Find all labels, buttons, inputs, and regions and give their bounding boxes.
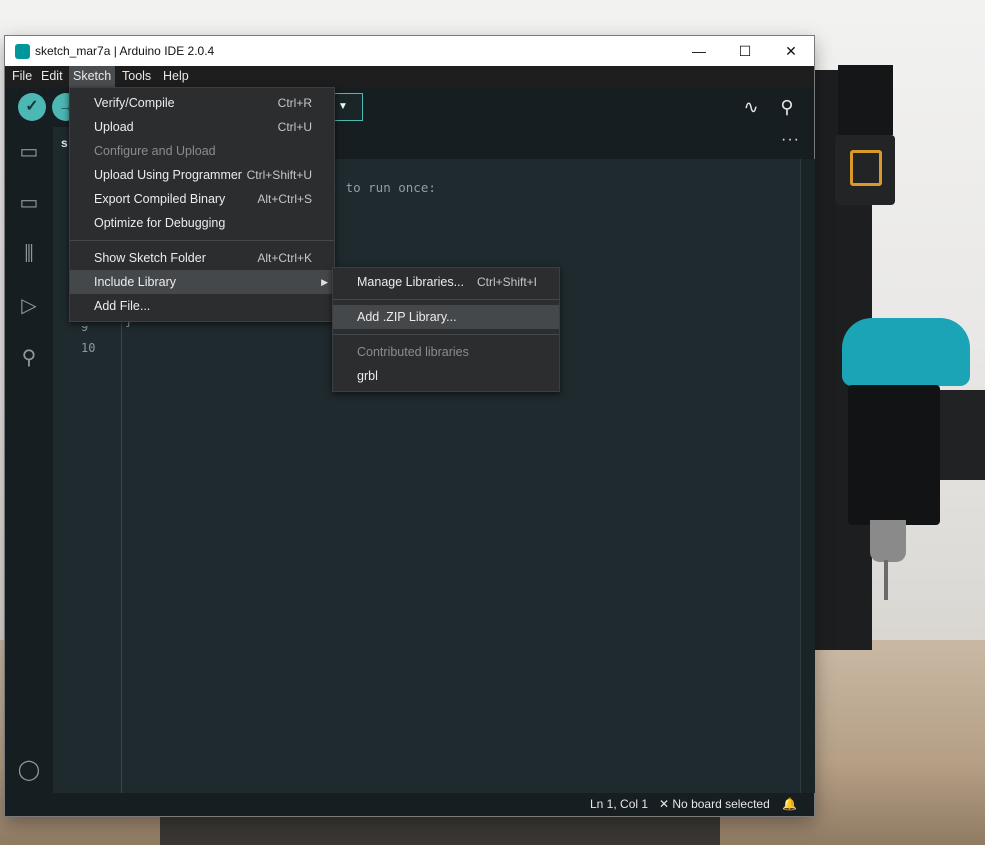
status-bar: Ln 1, Col 1 ✕ No board selected 🔔 (5, 793, 814, 816)
menu-separator (70, 240, 334, 241)
menu-item-show-sketch-folder[interactable]: Show Sketch Folder Alt+Ctrl+K (70, 246, 334, 270)
menu-item-optimize-for-debugging[interactable]: Optimize for Debugging (70, 211, 334, 235)
menu-file[interactable]: File (8, 66, 36, 87)
bell-icon: 🔔 (782, 797, 797, 811)
menu-edit[interactable]: Edit (37, 66, 67, 87)
include-library-submenu: Manage Libraries... Ctrl+Shift+I Add .ZIP… (332, 267, 560, 392)
menu-item-add-file[interactable]: Add File... (70, 294, 334, 318)
checkmark-icon: ✓ (25, 98, 39, 115)
menu-item-upload-using-programmer[interactable]: Upload Using Programmer Ctrl+Shift+U (70, 163, 334, 187)
sketchbook-button[interactable]: ▭ (16, 139, 42, 165)
board-status[interactable]: ✕ No board selected (659, 793, 770, 816)
waveform-icon: ∿ (743, 97, 759, 117)
close-button[interactable]: ✕ (768, 36, 814, 66)
minimize-icon: — (692, 43, 706, 59)
menu-item-export-compiled-binary[interactable]: Export Compiled Binary Alt+Ctrl+S (70, 187, 334, 211)
menu-separator (333, 334, 559, 335)
ellipsis-icon: ··· (781, 131, 800, 148)
sketch-menu: Verify/Compile Ctrl+R Upload Ctrl+U Config… (69, 87, 335, 322)
more-options-button[interactable]: ··· (781, 131, 800, 149)
cursor-position[interactable]: Ln 1, Col 1 (590, 793, 648, 816)
activity-sidebar: ▭ ▭ ⫼ ▷ ⚲ ◯ (5, 127, 53, 816)
menu-item-manage-libraries[interactable]: Manage Libraries... Ctrl+Shift+I (333, 270, 559, 294)
close-icon: ✕ (785, 43, 797, 59)
editor-scrollbar[interactable] (800, 159, 815, 793)
menu-help[interactable]: Help (159, 66, 193, 87)
window-title: sketch_mar7a | Arduino IDE 2.0.4 (35, 44, 215, 58)
minimize-button[interactable]: — (676, 36, 722, 66)
menu-tools[interactable]: Tools (118, 66, 155, 87)
serial-monitor-button[interactable]: ⚲ (775, 95, 799, 119)
maximize-icon: ☐ (738, 43, 752, 59)
chevron-down-icon: ▼ (338, 101, 348, 112)
menu-bar: File Edit Sketch Tools Help (5, 66, 814, 87)
menu-item-add-zip-library[interactable]: Add .ZIP Library... (333, 305, 559, 329)
verify-button[interactable]: ✓ (18, 93, 46, 121)
notifications-button[interactable]: 🔔 (782, 793, 797, 816)
boards-manager-button[interactable]: ▭ (16, 190, 42, 216)
serial-plotter-button[interactable]: ∿ (739, 95, 763, 119)
menu-item-configure-and-upload: Configure and Upload (94, 144, 216, 158)
code-line: e, to run once: (323, 180, 436, 195)
menu-item-verify-compile[interactable]: Verify/Compile Ctrl+R (70, 91, 334, 115)
magnifier-icon: ⚲ (780, 97, 794, 117)
menu-item-include-library[interactable]: Include Library ▶ (70, 270, 334, 294)
maximize-button[interactable]: ☐ (722, 36, 768, 66)
menu-item-library-grbl[interactable]: grbl (333, 364, 559, 388)
menu-item-upload[interactable]: Upload Ctrl+U (70, 115, 334, 139)
debug-icon: ▷ (21, 295, 37, 317)
library-icon: ⫼ (24, 243, 34, 265)
search-icon: ⚲ (21, 347, 37, 369)
arduino-app-icon (15, 44, 30, 59)
line-number: 10 (81, 341, 96, 355)
search-button[interactable]: ⚲ (16, 345, 42, 371)
library-manager-button[interactable]: ⫼ (16, 241, 42, 267)
menu-separator (333, 299, 559, 300)
folder-icon: ▭ (19, 141, 39, 163)
menu-sketch[interactable]: Sketch (69, 66, 116, 87)
submenu-arrow-icon: ▶ (321, 277, 328, 287)
board-icon: ▭ (19, 192, 39, 214)
account-icon: ◯ (17, 759, 41, 781)
debug-button[interactable]: ▷ (16, 293, 42, 319)
title-bar: sketch_mar7a | Arduino IDE 2.0.4 — ☐ ✕ (5, 36, 814, 66)
menu-section-contributed-libraries: Contributed libraries (357, 345, 469, 359)
account-button[interactable]: ◯ (16, 757, 42, 783)
